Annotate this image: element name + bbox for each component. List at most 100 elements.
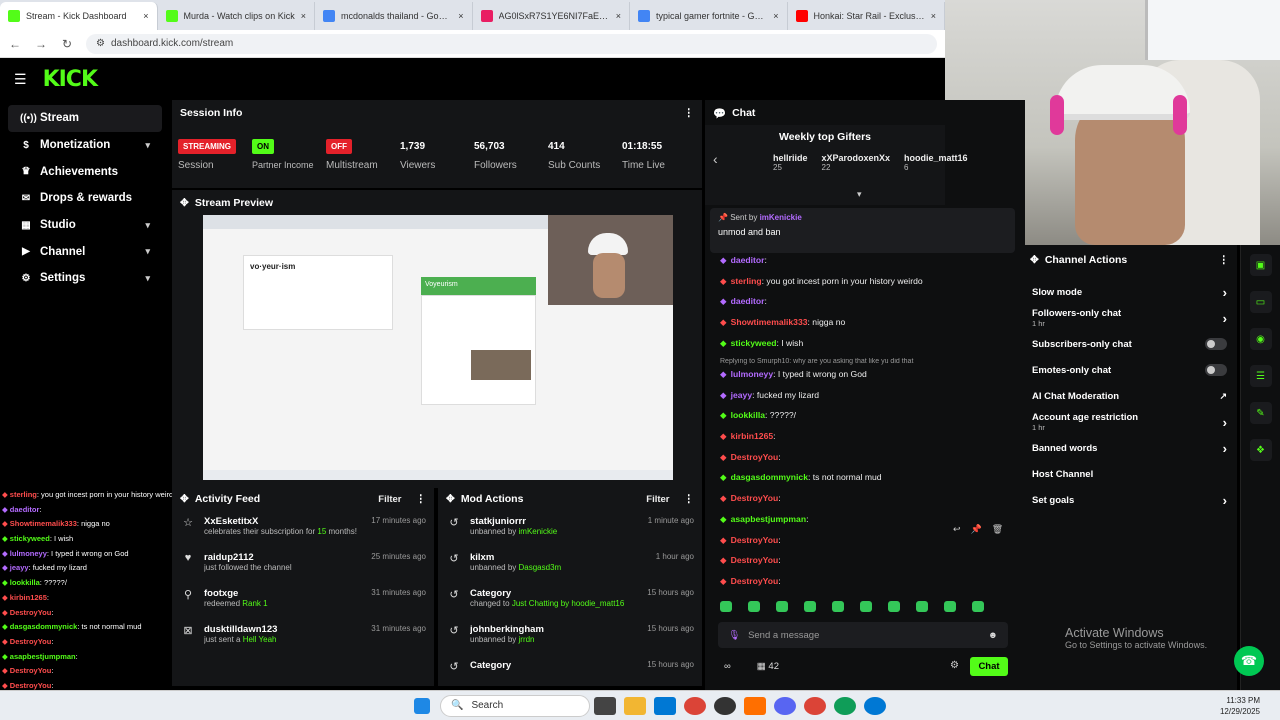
chevron-down-icon[interactable]: ▾ xyxy=(857,189,862,200)
pin-message-icon[interactable]: 📌 xyxy=(971,524,982,535)
chat-username[interactable]: Showtimemalik333 xyxy=(731,317,808,327)
close-icon[interactable]: × xyxy=(143,11,148,21)
chat-message[interactable]: ◆ jeayy: fucked my lizard xyxy=(720,390,1020,401)
taskview-icon[interactable] xyxy=(594,696,616,715)
chat-username[interactable]: DestroyYou xyxy=(731,535,779,545)
chevron-right-icon[interactable]: › xyxy=(1223,493,1227,508)
mod-action-item[interactable]: ↺ statkjuniorrr unbanned by imKenickie 1 mi… xyxy=(438,512,702,548)
browser-tab[interactable]: Stream - Kick Dashboard × xyxy=(0,2,158,30)
chat-username[interactable]: DestroyYou xyxy=(731,452,779,462)
emote-icon[interactable] xyxy=(748,601,760,612)
taskbar-clock[interactable]: 11:33 PM 12/29/2025 xyxy=(1220,695,1260,717)
vlc-icon[interactable] xyxy=(744,696,766,715)
browser-tab[interactable]: AG0lSxR7S1YE6NI7FaEoaYLRN × xyxy=(473,2,630,30)
pin-icon[interactable]: ✥ xyxy=(1030,254,1039,266)
chat-message[interactable]: ◆ DestroyYou: xyxy=(720,493,1020,504)
chat-message[interactable]: ◆ dasgasdommynick: ts not normal mud xyxy=(720,472,1020,483)
pin-icon[interactable]: ✥ xyxy=(180,493,189,505)
chevron-down-icon[interactable]: ▾ xyxy=(145,220,150,231)
obs-icon[interactable] xyxy=(714,696,736,715)
chat-username[interactable]: stickyweed xyxy=(731,338,777,348)
close-icon[interactable]: × xyxy=(301,11,306,21)
toggle-switch[interactable] xyxy=(1205,338,1227,350)
explorer-icon[interactable] xyxy=(624,696,646,715)
gifter[interactable]: hellriide 25 xyxy=(773,153,808,172)
chevron-down-icon[interactable]: ▾ xyxy=(145,273,150,284)
chevron-down-icon[interactable]: ▾ xyxy=(145,246,150,257)
mod-filter-button[interactable]: Filter xyxy=(646,494,669,505)
sidebar-item-channel[interactable]: ▶ Channel ▾ xyxy=(8,238,162,265)
back-icon[interactable]: ← xyxy=(8,37,22,51)
site-info-icon[interactable]: ⚙ xyxy=(96,38,105,49)
activity-item[interactable]: ⊠ dusktilldawn123 just sent a Hell Yeah 31 … xyxy=(172,620,434,656)
more-icon[interactable]: ⋮ xyxy=(416,493,427,505)
chat-username[interactable]: sterling xyxy=(731,276,762,286)
chat-tool-icon[interactable]: ▭ xyxy=(1249,291,1272,313)
browser-tab[interactable]: Murda - Watch clips on Kick × xyxy=(158,2,315,30)
emote-icon[interactable] xyxy=(860,601,872,612)
chat-message[interactable]: ◆ DestroyYou: xyxy=(720,535,1020,546)
chat-username[interactable]: DestroyYou xyxy=(731,555,779,565)
mod-action-user[interactable]: johnberkingham xyxy=(470,624,639,635)
url-input[interactable]: ⚙ dashboard.kick.com/stream xyxy=(86,33,937,54)
menu-icon[interactable]: ☰ xyxy=(14,71,27,88)
chat-message[interactable]: ◆ daeditor: xyxy=(720,255,1020,266)
emote-icon[interactable] xyxy=(972,601,984,612)
mod-action-user[interactable]: Category xyxy=(470,660,639,671)
support-icon[interactable]: ☎ xyxy=(1234,646,1264,676)
infinity-icon[interactable]: ∞ xyxy=(724,661,731,672)
chat-message[interactable]: ◆ sterling: you got incest porn in your h… xyxy=(720,276,1020,287)
chat-username[interactable]: lookkilla xyxy=(731,410,765,420)
external-link-icon[interactable]: ↗ xyxy=(1219,391,1227,402)
sidebar-item-stream[interactable]: ((•)) Stream xyxy=(8,105,162,132)
mod-action-item[interactable]: ↺ Category 15 hours ago xyxy=(438,656,702,686)
emoji-icon[interactable]: ☻ xyxy=(988,630,998,641)
chevron-right-icon[interactable]: › xyxy=(1223,311,1227,326)
chat-message[interactable]: ◆ Showtimemalik333: nigga no xyxy=(720,317,1020,328)
toggle-switch[interactable] xyxy=(1205,364,1227,376)
chat-message[interactable]: ◆ DestroyYou: xyxy=(720,576,1020,587)
pin-icon[interactable]: ✥ xyxy=(446,493,455,505)
activity-filter-button[interactable]: Filter xyxy=(378,494,401,505)
stream-preview-video[interactable]: vo·yeur·ism Voyeurism xyxy=(203,215,673,480)
gifter[interactable]: hoodie_matt16 6 xyxy=(904,153,968,172)
forward-icon[interactable]: → xyxy=(34,37,48,51)
chat-message[interactable]: ◆ DestroyYou: xyxy=(720,555,1020,566)
sidebar-item-monetization[interactable]: $ Monetization ▾ xyxy=(8,132,162,159)
chat-username[interactable]: jeayy xyxy=(731,390,753,400)
activity-user[interactable]: XxEsketitxX xyxy=(204,516,363,527)
chat-settings-icon[interactable]: ⚙ xyxy=(950,660,959,671)
delete-icon[interactable]: 🗑 xyxy=(992,524,1003,535)
channel-action-set-goals[interactable]: Set goals › xyxy=(1022,487,1237,513)
store-icon[interactable] xyxy=(654,696,676,715)
chrome-icon-3[interactable] xyxy=(834,696,856,715)
close-icon[interactable]: × xyxy=(458,11,463,21)
activity-item[interactable]: ☆ XxEsketitxX celebrates their subscriptio… xyxy=(172,512,434,548)
chat-username[interactable]: asapbestjumpman xyxy=(731,514,806,524)
sidebar-item-achievements[interactable]: ♛ Achievements xyxy=(8,158,162,185)
activity-item[interactable]: ⚲ footxge redeemed Rank 1 31 minutes ago xyxy=(172,584,434,620)
chevron-right-icon[interactable]: › xyxy=(1223,441,1227,456)
emote-icon[interactable] xyxy=(832,601,844,612)
browser-tab[interactable]: typical gamer fortnite - Google × xyxy=(630,2,788,30)
start-icon[interactable] xyxy=(414,697,430,714)
channel-action-emotes-only-chat[interactable]: Emotes-only chat xyxy=(1022,357,1237,383)
emote-icon[interactable] xyxy=(916,601,928,612)
chevron-down-icon[interactable]: ▾ xyxy=(145,140,150,151)
wrench-icon[interactable]: ✎ xyxy=(1249,402,1272,424)
browser-tab[interactable]: Honkai: Star Rail - Exclusive Ga × xyxy=(788,2,945,30)
discord-icon[interactable] xyxy=(774,696,796,715)
channel-action-subscribers-only-chat[interactable]: Subscribers-only chat xyxy=(1022,331,1237,357)
channel-action-banned-words[interactable]: Banned words › xyxy=(1022,435,1237,461)
mod-action-item[interactable]: ↺ johnberkingham unbanned by jrrdn 15 hours… xyxy=(438,620,702,656)
chat-username[interactable]: dasgasdommynick xyxy=(731,472,808,482)
layout-tool-icon[interactable]: ☰ xyxy=(1249,365,1272,387)
emote-icon[interactable] xyxy=(944,601,956,612)
send-chat-button[interactable]: Chat xyxy=(970,657,1008,676)
more-icon[interactable]: ⋮ xyxy=(684,107,695,119)
widgets-icon[interactable]: ❖ xyxy=(1249,439,1272,461)
reply-icon[interactable]: ↩ xyxy=(953,524,961,535)
mod-action-item[interactable]: ↺ kilxm unbanned by Dasgasd3m 1 hour ago xyxy=(438,548,702,584)
chrome-icon-2[interactable] xyxy=(804,696,826,715)
chevron-left-icon[interactable]: ‹ xyxy=(713,151,718,167)
